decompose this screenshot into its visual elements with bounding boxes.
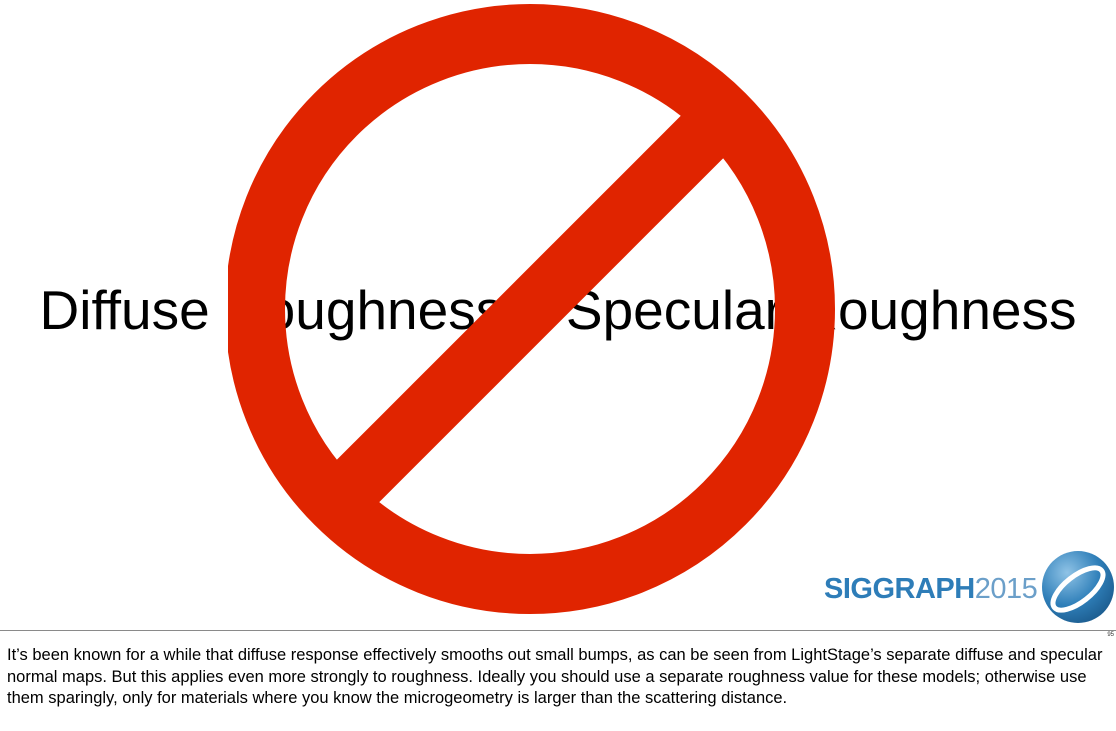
prohibition-icon (228, 4, 835, 614)
page-number: 95 (1107, 632, 1114, 638)
siggraph-logo: SIGGRAPH2015 (820, 545, 1116, 630)
logo-year: 2015 (974, 573, 1038, 605)
speaker-notes: It’s been known for a while that diffuse… (7, 646, 1103, 707)
slide: Diffuse Roughness = Specular Roughness S… (0, 0, 1116, 630)
notes-divider (0, 630, 1116, 631)
logo-text: SIGGRAPH2015 (824, 573, 1038, 606)
logo-word: SIGGRAPH (824, 573, 975, 605)
siggraph-logo-icon (1042, 551, 1114, 623)
